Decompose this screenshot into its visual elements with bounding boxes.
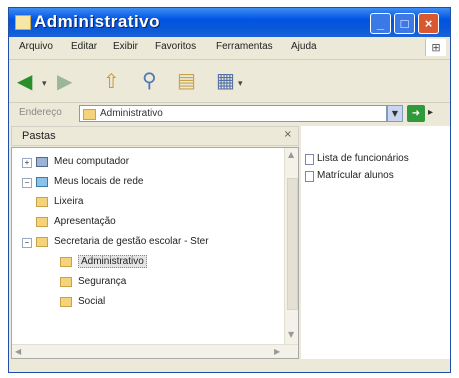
views-dropdown-icon[interactable]: ▾ xyxy=(238,72,243,96)
file-name: Lista de funcionários xyxy=(317,153,409,164)
address-bar: Endereço Administrativo ▼ ➜ ▸ xyxy=(9,103,450,125)
tree-item-label: Social xyxy=(78,296,106,307)
horizontal-scrollbar[interactable]: ◀ ▶ xyxy=(12,344,298,358)
folder-icon xyxy=(36,237,48,247)
scroll-right-icon[interactable]: ▶ xyxy=(274,347,280,356)
tree-item-label: Meus locais de rede xyxy=(54,176,144,187)
window-title: Administrativo xyxy=(34,12,161,31)
toolbar: ◀ ▾ ▶ ⇧ ⚲ ▤ ▦ ▾ xyxy=(9,60,450,103)
maximize-button[interactable]: □ xyxy=(394,13,415,34)
collapse-icon[interactable]: − xyxy=(22,238,32,248)
expand-icon[interactable]: + xyxy=(22,158,32,168)
address-field[interactable]: Administrativo xyxy=(79,105,387,122)
file-name: Matrícular alunos xyxy=(317,170,394,181)
folder-icon xyxy=(60,277,72,287)
views-icon[interactable]: ▦ xyxy=(216,68,235,92)
chevron-right-icon: ▸ xyxy=(428,107,434,118)
menu-arquivo[interactable]: Arquivo xyxy=(19,41,53,52)
collapse-icon[interactable]: − xyxy=(22,178,32,188)
address-value: Administrativo xyxy=(100,108,163,119)
tree-item-label: Lixeira xyxy=(54,196,84,207)
folder-icon xyxy=(60,257,72,267)
folders-pane-header: Pastas × xyxy=(11,126,299,146)
tree-item-label: Segurança xyxy=(78,276,127,287)
menu-editar[interactable]: Editar xyxy=(71,41,97,52)
go-button[interactable]: ➜ xyxy=(407,105,425,122)
folders-icon[interactable]: ▤ xyxy=(177,68,196,92)
menu-bar: Arquivo Editar Exibir Favoritos Ferramen… xyxy=(9,37,450,60)
document-icon xyxy=(305,154,314,165)
windows-logo-icon: ⊞ xyxy=(425,39,446,56)
address-dropdown-button[interactable]: ▼ xyxy=(387,105,403,122)
menu-ferramentas[interactable]: Ferramentas xyxy=(216,41,273,52)
folder-icon xyxy=(15,15,31,30)
scroll-thumb[interactable] xyxy=(287,178,298,310)
folder-icon xyxy=(36,217,48,227)
minimize-button[interactable]: _ xyxy=(370,13,391,34)
file-list: Lista de funcionários Matrícular alunos xyxy=(301,126,450,359)
menu-favoritos[interactable]: Favoritos xyxy=(155,41,196,52)
folder-icon xyxy=(83,109,96,120)
menu-exibir[interactable]: Exibir xyxy=(113,41,138,52)
explorer-window: Administrativo _ □ × Arquivo Editar Exib… xyxy=(8,7,451,373)
scroll-down-icon[interactable]: ▼ xyxy=(288,330,294,339)
close-pane-button[interactable]: × xyxy=(284,129,292,140)
recycle-bin-icon xyxy=(36,197,48,207)
network-icon xyxy=(36,177,48,187)
tree-item-label: Administrativo xyxy=(78,255,147,268)
tree-item-label: Apresentação xyxy=(54,216,116,227)
up-folder-icon[interactable]: ⇧ xyxy=(103,69,120,93)
forward-arrow-icon[interactable]: ▶ xyxy=(57,69,72,93)
tree-item-label: Meu computador xyxy=(54,156,130,167)
menu-ajuda[interactable]: Ajuda xyxy=(291,41,317,52)
scroll-up-icon[interactable]: ▲ xyxy=(288,150,294,159)
back-arrow-icon[interactable]: ◀ xyxy=(17,69,32,93)
computer-icon xyxy=(36,157,48,167)
tree-item-label: Secretaria de gestão escolar - Ster xyxy=(54,236,209,247)
close-button[interactable]: × xyxy=(418,13,439,34)
folders-pane-title: Pastas xyxy=(22,130,56,142)
scroll-left-icon[interactable]: ◀ xyxy=(15,347,21,356)
title-bar[interactable]: Administrativo _ □ × xyxy=(9,8,450,37)
back-dropdown-icon[interactable]: ▾ xyxy=(42,72,47,96)
folder-tree: + Meu computador − Meus locais de rede L… xyxy=(11,147,299,359)
search-icon[interactable]: ⚲ xyxy=(142,68,157,92)
address-label: Endereço xyxy=(19,107,62,118)
document-icon xyxy=(305,171,314,182)
folder-icon xyxy=(60,297,72,307)
